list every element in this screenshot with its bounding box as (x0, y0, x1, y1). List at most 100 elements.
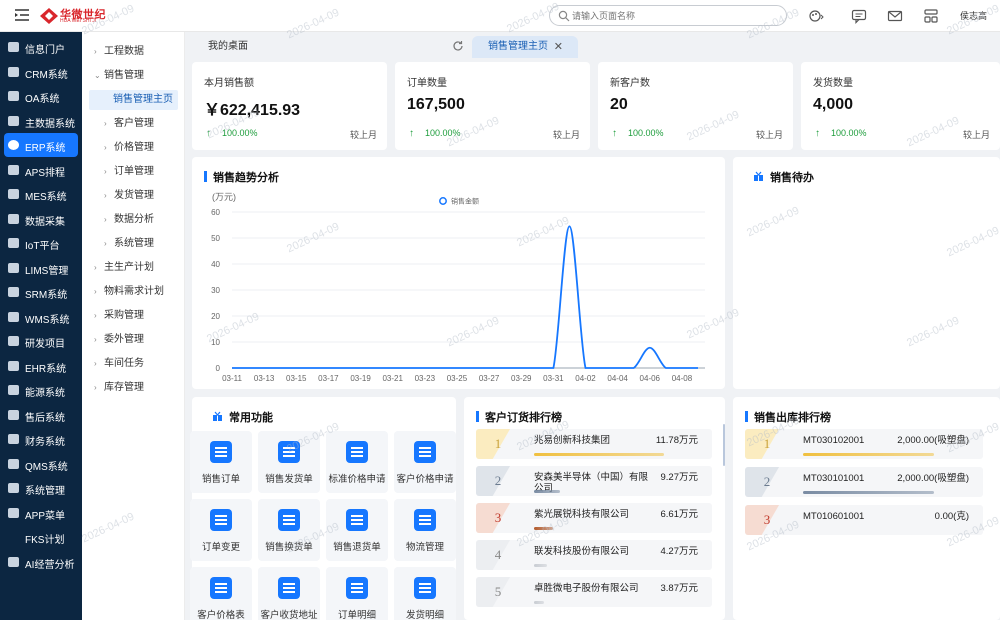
sidebar-item[interactable]: 数据采集 (0, 207, 82, 231)
sidebar-item[interactable]: LIMS管理 (0, 256, 82, 280)
layout-icon[interactable] (923, 8, 939, 24)
message-icon[interactable] (851, 8, 867, 24)
function-shortcut[interactable]: 客户价格表 (190, 567, 252, 620)
rank-value: 0.00(克) (934, 511, 969, 522)
function-shortcut[interactable]: 订单变更 (190, 499, 252, 561)
subnav-item[interactable]: › 采购管理 (94, 306, 144, 326)
rank-row[interactable]: 2 安森美半导体（中国）有限公司 9.27万元 (476, 466, 712, 496)
subnav-item[interactable]: › 物料需求计划 (94, 282, 164, 302)
sidebar-item[interactable]: 财务系统 (0, 427, 82, 451)
sidebar-item[interactable]: EHR系统 (0, 354, 82, 378)
data-collect-icon (8, 213, 19, 224)
sidebar-item[interactable]: IoT平台 (0, 231, 82, 255)
function-shortcut[interactable]: 销售订单 (190, 431, 252, 493)
function-shortcut[interactable]: 销售退货单 (326, 499, 388, 561)
y-axis-label: (万元) (212, 192, 236, 202)
rank-row[interactable]: 3 MT010601001 0.00(克) (745, 505, 983, 535)
rank-number: 2 (494, 473, 502, 488)
rank-row[interactable]: 2 MT030101001 2,000.00(吸塑盘) (745, 467, 983, 497)
sidebar-item-label: WMS系统 (25, 314, 70, 326)
subnav-item[interactable]: › 客户管理 (104, 114, 154, 134)
sidebar-item[interactable]: CRM系统 (0, 60, 82, 84)
function-label: 客户价格表 (197, 610, 245, 620)
sidebar-item-label: 主数据系统 (25, 118, 75, 130)
sidebar-item[interactable]: 研发项目 (0, 329, 82, 353)
x-tick-label: 03-21 (382, 374, 403, 383)
sidebar-item[interactable]: WMS系统 (0, 305, 82, 329)
customer-price-icon (414, 441, 436, 463)
rank-row[interactable]: 3 紫光展锐科技有限公司 6.61万元 (476, 503, 712, 533)
rank-scrollbar[interactable] (723, 424, 725, 466)
close-icon[interactable]: ✕ (554, 36, 563, 58)
customer-rank-title: 客户订货排行榜 (476, 409, 562, 425)
sidebar-item[interactable]: 主数据系统 (0, 109, 82, 133)
subnav-item[interactable]: › 系统管理 (104, 234, 154, 254)
subnav-item[interactable]: 销售管理主页 (89, 90, 178, 110)
refresh-icon[interactable] (452, 40, 464, 52)
rank-row[interactable]: 1 MT030102001 2,000.00(吸塑盘) (745, 429, 983, 459)
function-shortcut[interactable]: 发货明细 (394, 567, 456, 620)
subnav-item[interactable]: › 委外管理 (94, 330, 144, 350)
function-shortcut[interactable]: 物流管理 (394, 499, 456, 561)
subnav-item[interactable]: ⌄ 销售管理 (94, 66, 144, 86)
x-tick-label: 03-15 (286, 374, 307, 383)
function-icon (213, 411, 222, 421)
subnav-item[interactable]: › 主生产计划 (94, 258, 154, 278)
function-shortcut[interactable]: 标准价格申请 (326, 431, 388, 493)
subnav-item[interactable]: › 订单管理 (104, 162, 154, 182)
sidebar-item[interactable]: AI经营分析 (0, 550, 82, 574)
sidebar-item[interactable]: APS排程 (0, 158, 82, 182)
sales-trend-card: 销售趋势分析 0 10 20 30 40 50 60 (万元) 03-11 03-13 03-15 0… (192, 157, 725, 389)
rank-row[interactable]: 4 联发科技股份有限公司 4.27万元 (476, 540, 712, 570)
subnav-item[interactable]: › 数据分析 (104, 210, 154, 230)
subnav-item-label: 客户管理 (114, 118, 154, 129)
subnav-item-label: 销售管理 (104, 70, 144, 81)
x-tick-label: 03-31 (543, 374, 564, 383)
sidebar-item[interactable]: 售后系统 (0, 403, 82, 427)
sidebar-item[interactable]: ERP系统 (4, 133, 78, 157)
lims-icon (8, 262, 19, 273)
sidebar-item[interactable]: SRM系统 (0, 280, 82, 304)
function-shortcut[interactable]: 客户价格申请 (394, 431, 456, 493)
chevron-right-icon: › (94, 383, 97, 392)
function-shortcut[interactable]: 销售发货单 (258, 431, 320, 493)
rank-progress-bar (534, 527, 554, 530)
rank-row[interactable]: 1 兆易创新科技集团 11.78万元 (476, 429, 712, 459)
tab-sales-home[interactable]: 销售管理主页 ✕ (472, 36, 578, 58)
subnav-item[interactable]: › 价格管理 (104, 138, 154, 158)
rank-value: 4.27万元 (660, 546, 699, 557)
chevron-right-icon: › (94, 359, 97, 368)
sidebar-item[interactable]: FKS计划 (0, 525, 82, 549)
function-shortcut[interactable]: 客户收货地址 (258, 567, 320, 620)
subnav-item[interactable]: › 工程数据 (94, 42, 144, 62)
function-shortcut[interactable]: 订单明细 (326, 567, 388, 620)
subnav-item-label: 委外管理 (104, 334, 144, 345)
tab-sales-home-label: 销售管理主页 (488, 41, 548, 52)
page-search[interactable] (549, 5, 787, 26)
mail-icon[interactable] (887, 8, 903, 24)
function-shortcut[interactable]: 销售换货单 (258, 499, 320, 561)
sidebar-item[interactable]: 系统管理 (0, 476, 82, 500)
kpi-card: 发货数量 4,000 ↑ 100.00% 较上月 (801, 62, 1000, 150)
sidebar-item[interactable]: 信息门户 (0, 35, 82, 59)
kpi-percent: 100.00% (425, 128, 461, 138)
sidebar-item[interactable]: QMS系统 (0, 452, 82, 476)
menu-toggle-icon[interactable] (14, 8, 30, 22)
subnav-item[interactable]: › 库存管理 (94, 378, 144, 398)
common-functions-card: 常用功能 销售订单 销售发货单 标准价格申请 客户价格申请 订单变更 销售换货单 销售退货单… (190, 397, 456, 620)
x-tick-label: 04-04 (607, 374, 628, 383)
user-name[interactable]: 侯志高 (960, 9, 987, 22)
sidebar-item[interactable]: MES系统 (0, 182, 82, 206)
sidebar-item[interactable]: APP菜单 (0, 501, 82, 525)
sidebar-item[interactable]: OA系统 (0, 84, 82, 108)
tab-my-desktop[interactable]: 我的桌面 (208, 36, 248, 58)
rank-row[interactable]: 5 卓胜微电子股份有限公司 3.87万元 (476, 577, 712, 607)
sidebar-item[interactable]: 能源系统 (0, 378, 82, 402)
rank-badge: 3 (745, 505, 789, 535)
theme-icon[interactable] (808, 8, 824, 24)
subnav-item-label: 订单管理 (114, 166, 154, 177)
search-input[interactable] (572, 8, 772, 23)
function-label: 客户收货地址 (260, 610, 318, 620)
subnav-item[interactable]: › 发货管理 (104, 186, 154, 206)
subnav-item[interactable]: › 车间任务 (94, 354, 144, 374)
